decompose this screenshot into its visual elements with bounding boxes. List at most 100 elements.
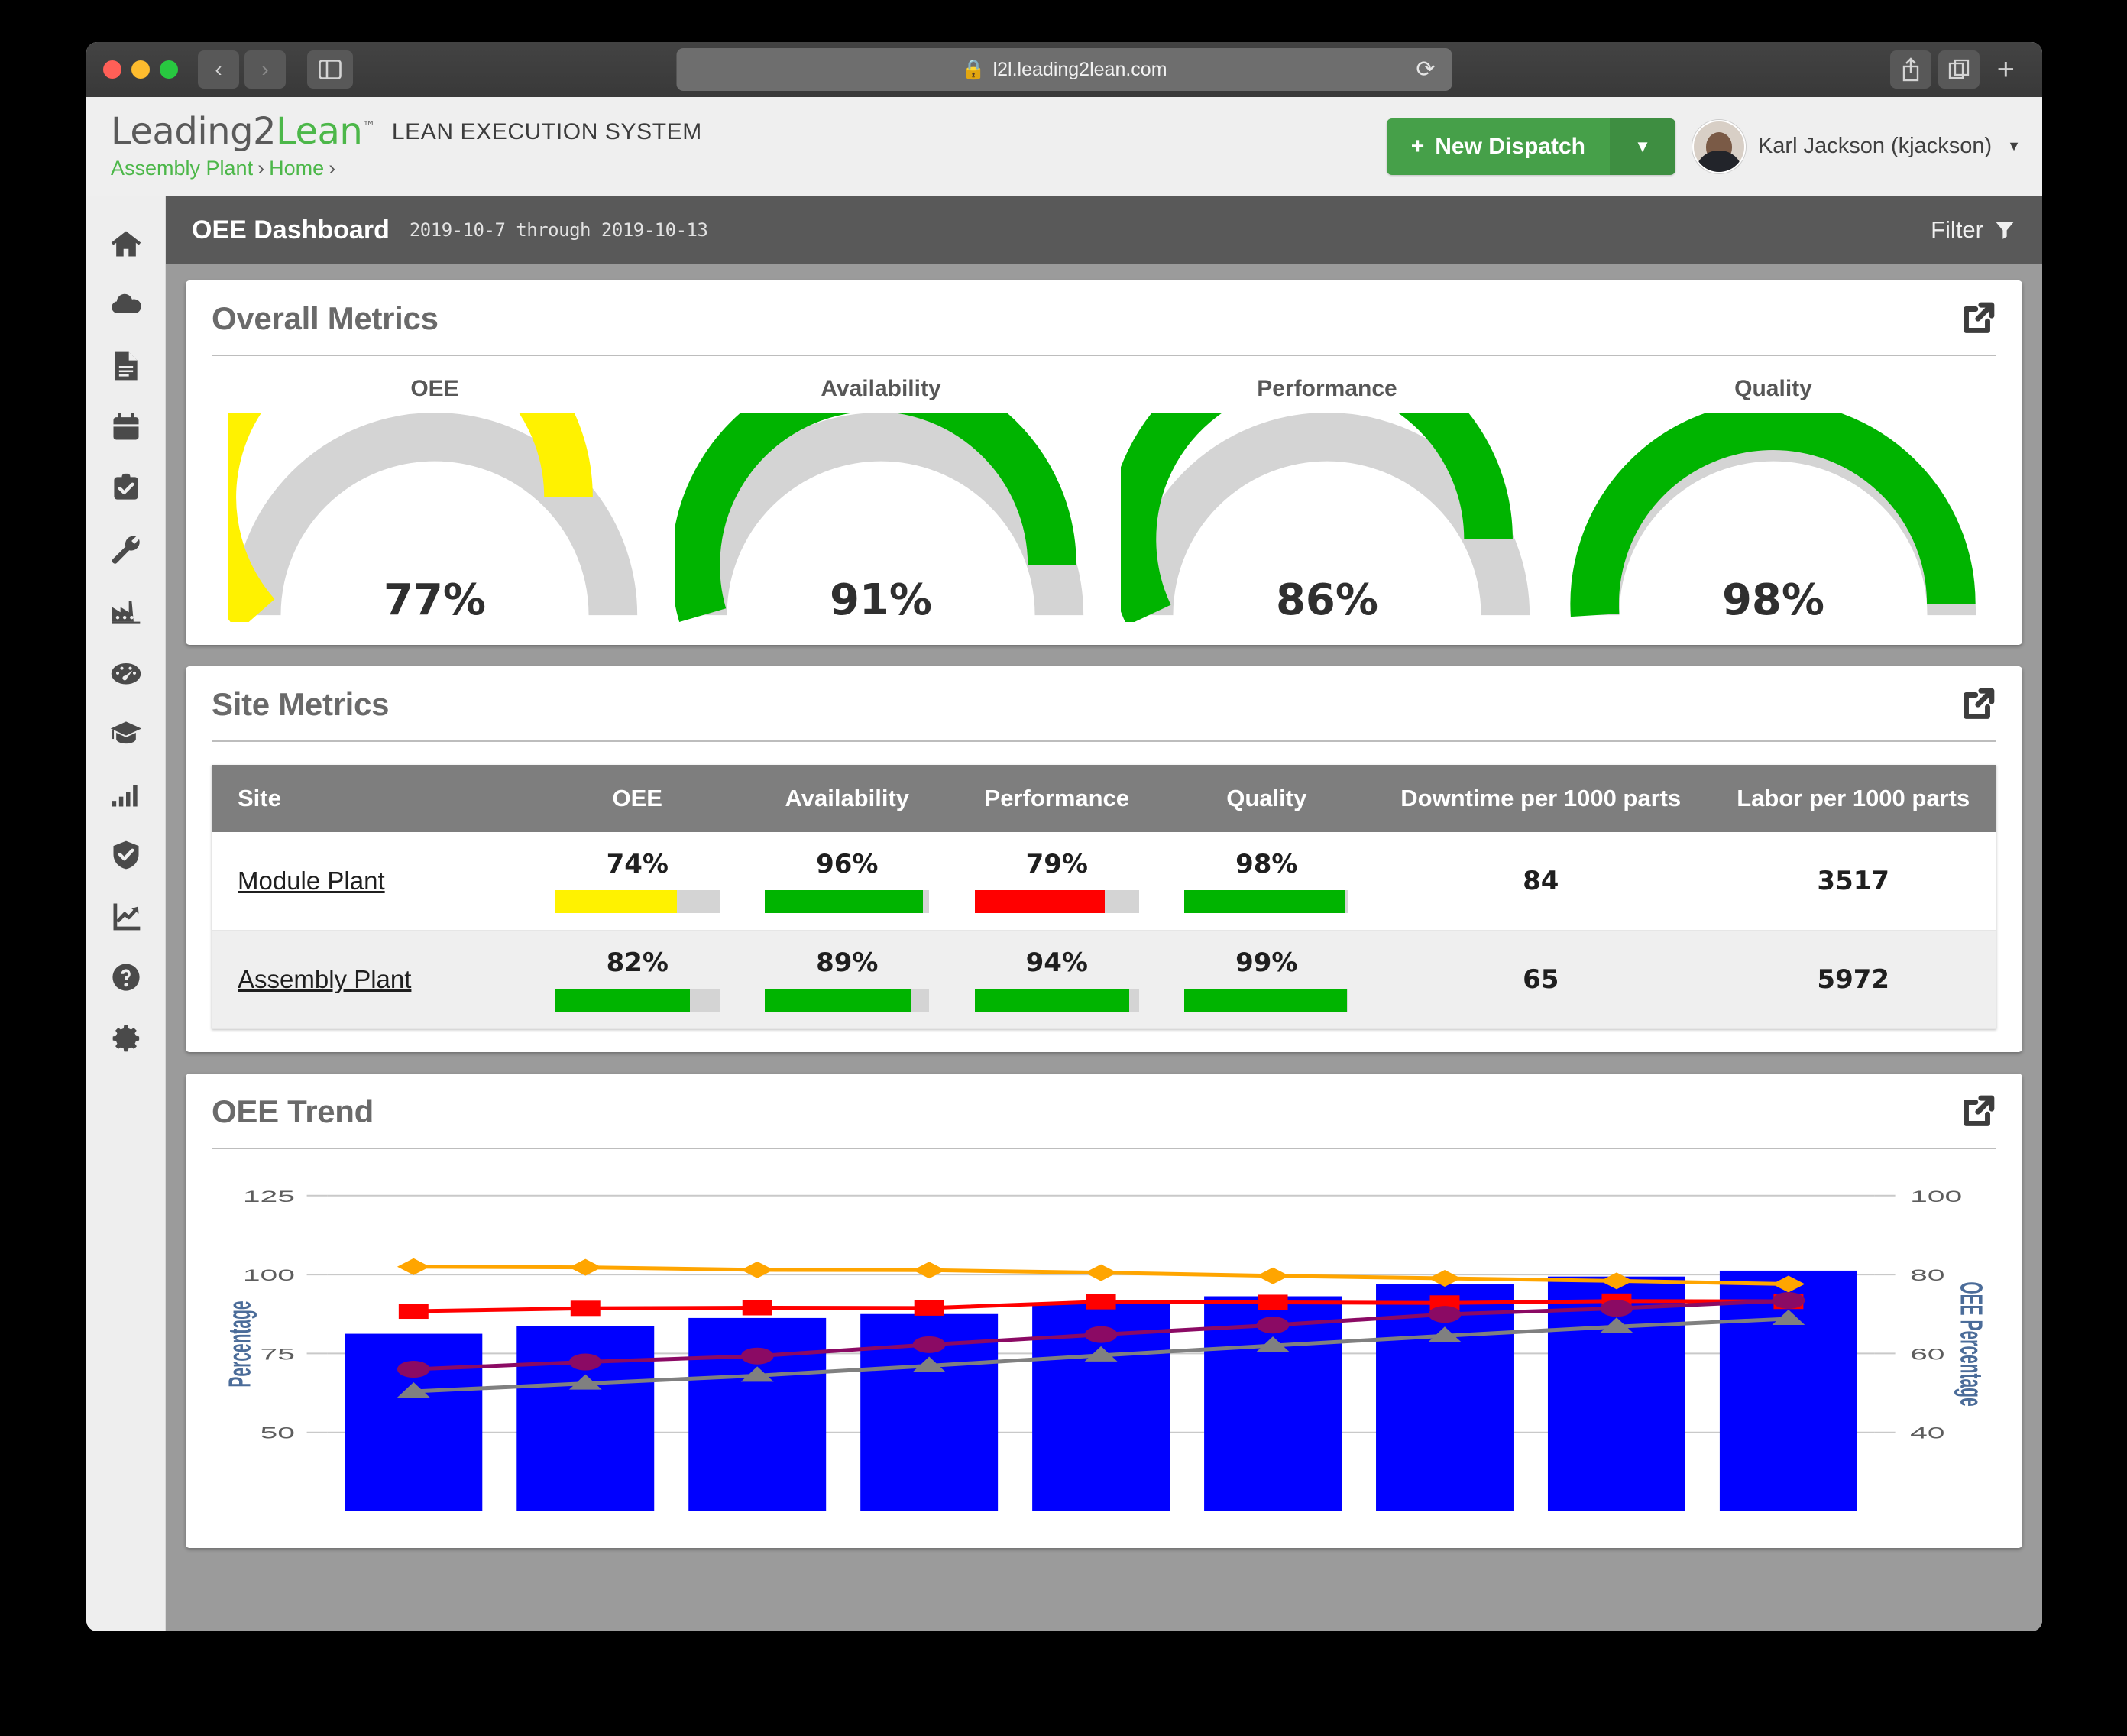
site-link[interactable]: Assembly Plant: [212, 931, 533, 1029]
gear-icon: [109, 1022, 143, 1055]
sidebar-item-safety[interactable]: [86, 824, 166, 886]
cell-availability: 96%: [743, 832, 953, 931]
sidebar-item-reports[interactable]: [86, 886, 166, 947]
new-dispatch-button-group[interactable]: + New Dispatch ▼: [1387, 118, 1675, 175]
site-metrics-card: Site Metrics Si: [186, 666, 2022, 1052]
reload-icon[interactable]: ⟳: [1416, 57, 1435, 83]
y2-axis-tick-label: 60: [1910, 1346, 1944, 1363]
cell-value: 79%: [964, 849, 1150, 879]
sidebar-item-calendar[interactable]: [86, 397, 166, 458]
sidebar-item-dashboards[interactable]: [86, 641, 166, 702]
site-metrics-header: Site Metrics: [212, 686, 1996, 725]
cell-labor: 3517: [1710, 832, 1996, 931]
sidebar-item-cloud[interactable]: [86, 274, 166, 335]
sidebar-item-help[interactable]: [86, 947, 166, 1008]
new-dispatch-button[interactable]: + New Dispatch: [1387, 118, 1610, 175]
gauge-label: Performance: [1257, 376, 1397, 402]
overall-metrics-expand-button[interactable]: [1961, 300, 1996, 339]
nav-buttons: ‹ ›: [198, 50, 286, 89]
column-header-site[interactable]: Site: [212, 765, 533, 832]
sidebar-item-documents[interactable]: [86, 335, 166, 397]
new-dispatch-dropdown-toggle[interactable]: ▼: [1610, 118, 1675, 175]
external-link-icon: [1961, 686, 1996, 721]
cell-oee: 82%: [533, 931, 743, 1029]
sidebar-item-maintenance[interactable]: [86, 519, 166, 580]
site-link[interactable]: Module Plant: [212, 832, 533, 931]
app-logo[interactable]: Leading2Lean™: [111, 113, 375, 150]
logo-lead: Leading2: [111, 110, 276, 153]
minimize-window-button[interactable]: [131, 60, 150, 79]
funnel-icon: [1993, 219, 2016, 241]
signal-bars-icon: [109, 777, 143, 811]
trademark-symbol: ™: [362, 119, 375, 134]
progress-track: [555, 890, 720, 913]
chevron-down-icon: ▼: [2007, 138, 2021, 154]
filter-button[interactable]: Filter: [1931, 216, 2016, 244]
sidebar-toggle-icon[interactable]: [307, 50, 353, 89]
header-actions: + New Dispatch ▼ Karl Jackson (kjackson)…: [1387, 118, 2021, 175]
gauge-value: 86%: [1121, 575, 1533, 625]
data-point: [915, 1300, 944, 1316]
share-icon[interactable]: [1890, 50, 1931, 89]
dashboard-scroll-area[interactable]: Overall Metrics OEE: [166, 264, 2042, 1631]
date-range-label: 2019-10-7 through 2019-10-13: [410, 219, 708, 241]
window-controls[interactable]: [103, 60, 178, 79]
sidebar-item-training[interactable]: [86, 702, 166, 763]
overall-metrics-card: Overall Metrics OEE: [186, 280, 2022, 645]
sidebar-item-checklists[interactable]: [86, 458, 166, 519]
table-header: Site OEE Availability Performance Qualit…: [212, 765, 1996, 832]
user-menu[interactable]: Karl Jackson (kjackson) ▼: [1692, 120, 2021, 173]
new-tab-icon[interactable]: +: [1986, 53, 2025, 87]
data-point: [1429, 1270, 1462, 1287]
maximize-window-button[interactable]: [160, 60, 178, 79]
table-body: Module Plant 74% 96%: [212, 832, 1996, 1029]
sidebar-item-metrics[interactable]: [86, 763, 166, 824]
data-point: [1086, 1294, 1116, 1310]
column-header-oee[interactable]: OEE: [533, 765, 743, 832]
document-icon: [109, 349, 143, 383]
gauge-arc-wrap: 98%: [1567, 413, 1980, 622]
data-point: [1257, 1268, 1290, 1284]
column-header-performance[interactable]: Performance: [952, 765, 1162, 832]
data-point: [399, 1304, 429, 1319]
sidebar-item-settings[interactable]: [86, 1008, 166, 1069]
back-icon[interactable]: ‹: [198, 50, 239, 89]
progress-fill: [975, 989, 1129, 1012]
graduation-cap-icon: [109, 716, 143, 750]
close-window-button[interactable]: [103, 60, 121, 79]
progress-fill: [1184, 989, 1347, 1012]
cell-performance: 79%: [952, 832, 1162, 931]
column-header-availability[interactable]: Availability: [743, 765, 953, 832]
column-header-downtime[interactable]: Downtime per 1000 parts: [1371, 765, 1710, 832]
breadcrumb-item-site[interactable]: Assembly Plant: [111, 157, 253, 180]
sidebar-item-home[interactable]: [86, 213, 166, 274]
address-bar[interactable]: 🔒 l2l.leading2lean.com ⟳: [677, 48, 1452, 91]
cell-value: 99%: [1174, 947, 1360, 978]
forward-icon[interactable]: ›: [244, 50, 286, 89]
cell-oee: 74%: [533, 832, 743, 931]
column-header-quality[interactable]: Quality: [1162, 765, 1372, 832]
gauge-value: 98%: [1567, 575, 1980, 625]
chrome-right-buttons: +: [1890, 50, 2025, 89]
progress-track: [765, 890, 929, 913]
tab-overview-icon[interactable]: [1938, 50, 1980, 89]
cell-labor: 5972: [1710, 931, 1996, 1029]
gauge-arc-wrap: 91%: [675, 413, 1087, 622]
user-name-label: Karl Jackson (kjackson): [1758, 134, 1992, 159]
shield-check-icon: [109, 838, 143, 872]
sidebar-item-production[interactable]: [86, 580, 166, 641]
cell-value: 82%: [545, 947, 730, 978]
data-point: [1085, 1265, 1118, 1281]
app-header: Leading2Lean™ LEAN EXECUTION SYSTEM Asse…: [86, 97, 2042, 196]
table-row: Assembly Plant 82% 89%: [212, 931, 1996, 1029]
breadcrumb-item-home[interactable]: Home: [269, 157, 324, 180]
column-header-labor[interactable]: Labor per 1000 parts: [1710, 765, 1996, 832]
site-metrics-expand-button[interactable]: [1961, 686, 1996, 725]
chevron-down-icon: ▼: [1634, 137, 1651, 157]
oee-trend-chart[interactable]: 5075100125406080100PercentageOEE Percent…: [212, 1166, 1996, 1525]
overall-metrics-title: Overall Metrics: [212, 300, 439, 337]
oee-trend-expand-button[interactable]: [1961, 1093, 1996, 1132]
bar: [688, 1318, 826, 1511]
gauge-label: OEE: [410, 376, 458, 402]
site-metrics-table: Site OEE Availability Performance Qualit…: [212, 765, 1996, 1029]
